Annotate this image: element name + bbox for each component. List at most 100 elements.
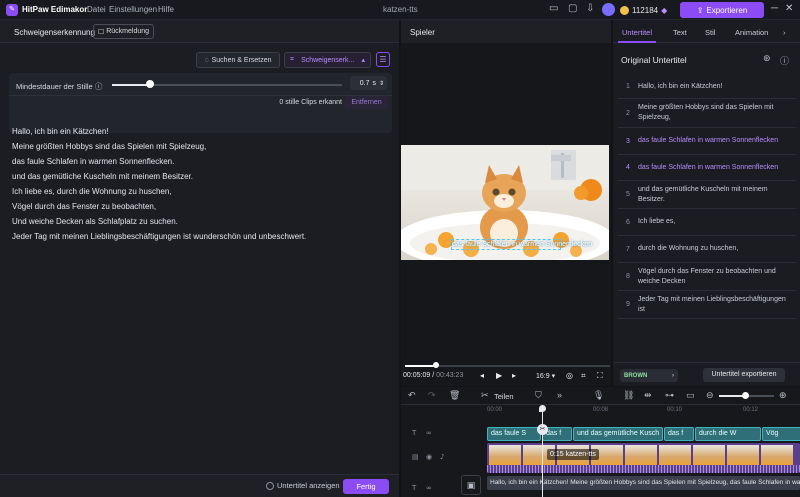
info-icon[interactable]: ⓘ	[780, 54, 789, 67]
credits-badge[interactable]: 112184 ◆	[620, 3, 667, 17]
cover-image-icon[interactable]: ▣	[461, 475, 481, 495]
split-button[interactable]: Teilen	[494, 392, 514, 401]
subtitle-clip[interactable]: durch die W	[695, 427, 761, 441]
transcript-text[interactable]: Hallo, ich bin ein Kätzchen! Meine größt…	[12, 124, 392, 244]
redo-icon[interactable]: ↷	[428, 390, 436, 401]
export-subtitles-button[interactable]: Untertitel exportieren	[703, 368, 785, 382]
feedback-button[interactable]: ☐ Rückmeldung	[93, 24, 154, 39]
delete-icon[interactable]: 🗑	[449, 390, 460, 401]
tab-stil[interactable]: Stil	[705, 28, 715, 37]
timeline-ruler[interactable]: 00:00 00:08 00:10 00:12	[487, 405, 800, 415]
visibility-icon[interactable]: ◉	[426, 453, 432, 461]
subtitle-row[interactable]: 1 Hallo, ich bin ein Kätzchen!	[618, 75, 796, 99]
subtitle-text[interactable]: Hallo, ich bin ein Kätzchen!	[638, 82, 796, 92]
download-icon[interactable]: ⇩	[586, 3, 594, 14]
subtitle-clip[interactable]: und das gemütliche Kusch	[573, 427, 663, 441]
prev-frame-icon[interactable]: ◂	[480, 371, 484, 380]
search-replace-button[interactable]: ◌ Suchen & Ersetzen	[196, 52, 280, 68]
stepper-icon[interactable]: ⇕	[379, 80, 384, 87]
subtitle-row[interactable]: 7 durch die Wohnung zu huschen,	[618, 236, 796, 263]
link-text-icon[interactable]: ∞	[426, 484, 432, 492]
shield-icon[interactable]: ⛉	[535, 390, 542, 401]
menu-hilfe[interactable]: Hilfe	[158, 5, 174, 14]
video-thumbnail	[489, 445, 521, 465]
zoom-handle[interactable]	[742, 392, 749, 399]
fullscreen-icon[interactable]: ⛶	[597, 371, 603, 381]
minimize-icon[interactable]: ─	[771, 3, 778, 14]
video-thumbnail	[693, 445, 725, 465]
chevron-right-icon: ›	[672, 372, 674, 379]
subtitle-clip[interactable]: Vög	[762, 427, 800, 441]
chevron-right-icon[interactable]: ›	[783, 28, 786, 37]
zoom-out-icon[interactable]: ⊖	[706, 390, 714, 401]
tab-animation[interactable]: Animation	[735, 28, 768, 37]
tab-untertitel[interactable]: Untertitel	[622, 28, 652, 37]
subtitle-row-active[interactable]: 4 das faule Schlafen in warmen Sonnenflec…	[618, 155, 796, 181]
microphone-icon[interactable]: 🎙	[593, 390, 604, 401]
credits-count: 112184	[632, 5, 659, 15]
text-track-clip[interactable]: Hallo, ich bin ein Kätzchen! Meine größt…	[487, 476, 800, 490]
subtitle-row[interactable]: 6 Ich liebe es,	[618, 209, 796, 236]
avatar[interactable]	[602, 3, 615, 16]
video-subtitle-overlay[interactable]: das faule Schlafen in warmen Sonnenfleck…	[451, 239, 592, 250]
link-track-icon[interactable]: ∞	[426, 429, 432, 437]
subtitle-number: 8	[626, 273, 630, 280]
subtitle-text[interactable]: Meine größten Hobbys sind das Spielen mi…	[638, 103, 796, 123]
align-icon[interactable]: ⇹	[644, 390, 652, 401]
subtitle-text[interactable]: Ich liebe es,	[638, 217, 796, 227]
split-track-icon[interactable]: ⊶	[665, 390, 674, 401]
subtitle-clip[interactable]: das f	[664, 427, 694, 441]
snapshot-icon[interactable]: ◎	[566, 371, 573, 380]
tab-text[interactable]: Text	[673, 28, 687, 37]
video-track[interactable]: 0:15 katzen-tts	[487, 443, 800, 473]
subtitle-text[interactable]: und das gemütliche Kuscheln mit meinem B…	[638, 185, 796, 205]
crop-icon[interactable]: ⌗	[581, 371, 586, 381]
remove-button[interactable]: Entfernen	[345, 96, 388, 109]
silence-detection-dropdown[interactable]: ⌗ Schweigenserk... ▴	[284, 52, 371, 68]
checkbox-icon[interactable]	[266, 481, 274, 490]
video-preview[interactable]: das faule Schlafen in warmen Sonnenfleck…	[401, 145, 609, 260]
filter-icon[interactable]: ☰	[376, 52, 390, 67]
link-icon[interactable]: ⛓	[623, 390, 634, 401]
next-frame-icon[interactable]: ▸	[512, 371, 516, 380]
subtitle-text[interactable]: durch die Wohnung zu huschen,	[638, 244, 796, 254]
playhead-scissors-icon[interactable]: ✂	[537, 424, 548, 435]
subtitle-text[interactable]: das faule Schlafen in warmen Sonnenfleck…	[638, 163, 796, 173]
subtitle-text[interactable]: Vögel durch das Fenster zu beobachten un…	[638, 267, 796, 287]
audio-icon[interactable]: ♪	[440, 453, 444, 461]
transcript-line: Meine größten Hobbys sind das Spielen mi…	[12, 142, 207, 151]
subtitle-text[interactable]: Jeder Tag mit meinen Lieblingsbeschäftig…	[638, 295, 796, 315]
zoom-in-icon[interactable]: ⊕	[779, 390, 787, 401]
subtitle-row[interactable]: 2 Meine größten Hobbys sind das Spielen m…	[618, 99, 796, 128]
export-button[interactable]: ⇪ Exportieren	[680, 2, 764, 18]
aspect-ratio-dropdown[interactable]: 16:9 ▾	[536, 372, 555, 380]
min-duration-field[interactable]: 0.7 s ⇕	[350, 76, 387, 90]
subtitle-track[interactable]: das faule S das f und das gemütliche Kus…	[487, 427, 800, 441]
slider-handle[interactable]	[146, 80, 154, 88]
undo-icon[interactable]: ↶	[408, 390, 416, 401]
translate-icon[interactable]: ⊛	[763, 54, 771, 64]
gem-icon: ◆	[661, 5, 668, 15]
playhead-handle[interactable]	[539, 405, 546, 412]
subtitle-row-active[interactable]: 3 das faule Schlafen in warmen Sonnenflec…	[618, 128, 796, 155]
show-subtitles-toggle[interactable]: Untertitel anzeigen	[266, 481, 340, 490]
scissors-icon[interactable]: ✂	[481, 390, 489, 401]
style-preset-dropdown[interactable]: BROWN ›	[620, 369, 678, 382]
subtitle-row[interactable]: 9 Jeder Tag mit meinen Lieblingsbeschäfti…	[618, 291, 796, 319]
caption-icon[interactable]: ▭	[686, 390, 695, 401]
done-button[interactable]: Fertig	[343, 479, 389, 494]
forward-icon[interactable]: »	[557, 390, 562, 400]
menu-einstellungen[interactable]: Einstellungen	[109, 5, 157, 14]
menu-datei[interactable]: Datei	[87, 5, 106, 14]
playhead[interactable]	[542, 405, 543, 497]
message-icon[interactable]: ▢	[568, 3, 577, 14]
player-progress-handle[interactable]	[433, 362, 439, 368]
subtitle-clip[interactable]: das faule S	[487, 427, 541, 441]
layout-icon[interactable]: ▭	[549, 3, 558, 14]
subtitle-row[interactable]: 8 Vögel durch das Fenster zu beobachten u…	[618, 263, 796, 291]
player-title: Spieler	[410, 28, 435, 37]
play-icon[interactable]: ▶	[496, 371, 502, 380]
close-icon[interactable]: ✕	[785, 3, 793, 14]
subtitle-text[interactable]: das faule Schlafen in warmen Sonnenfleck…	[638, 136, 796, 146]
subtitle-row[interactable]: 5 und das gemütliche Kuscheln mit meinem …	[618, 181, 796, 209]
